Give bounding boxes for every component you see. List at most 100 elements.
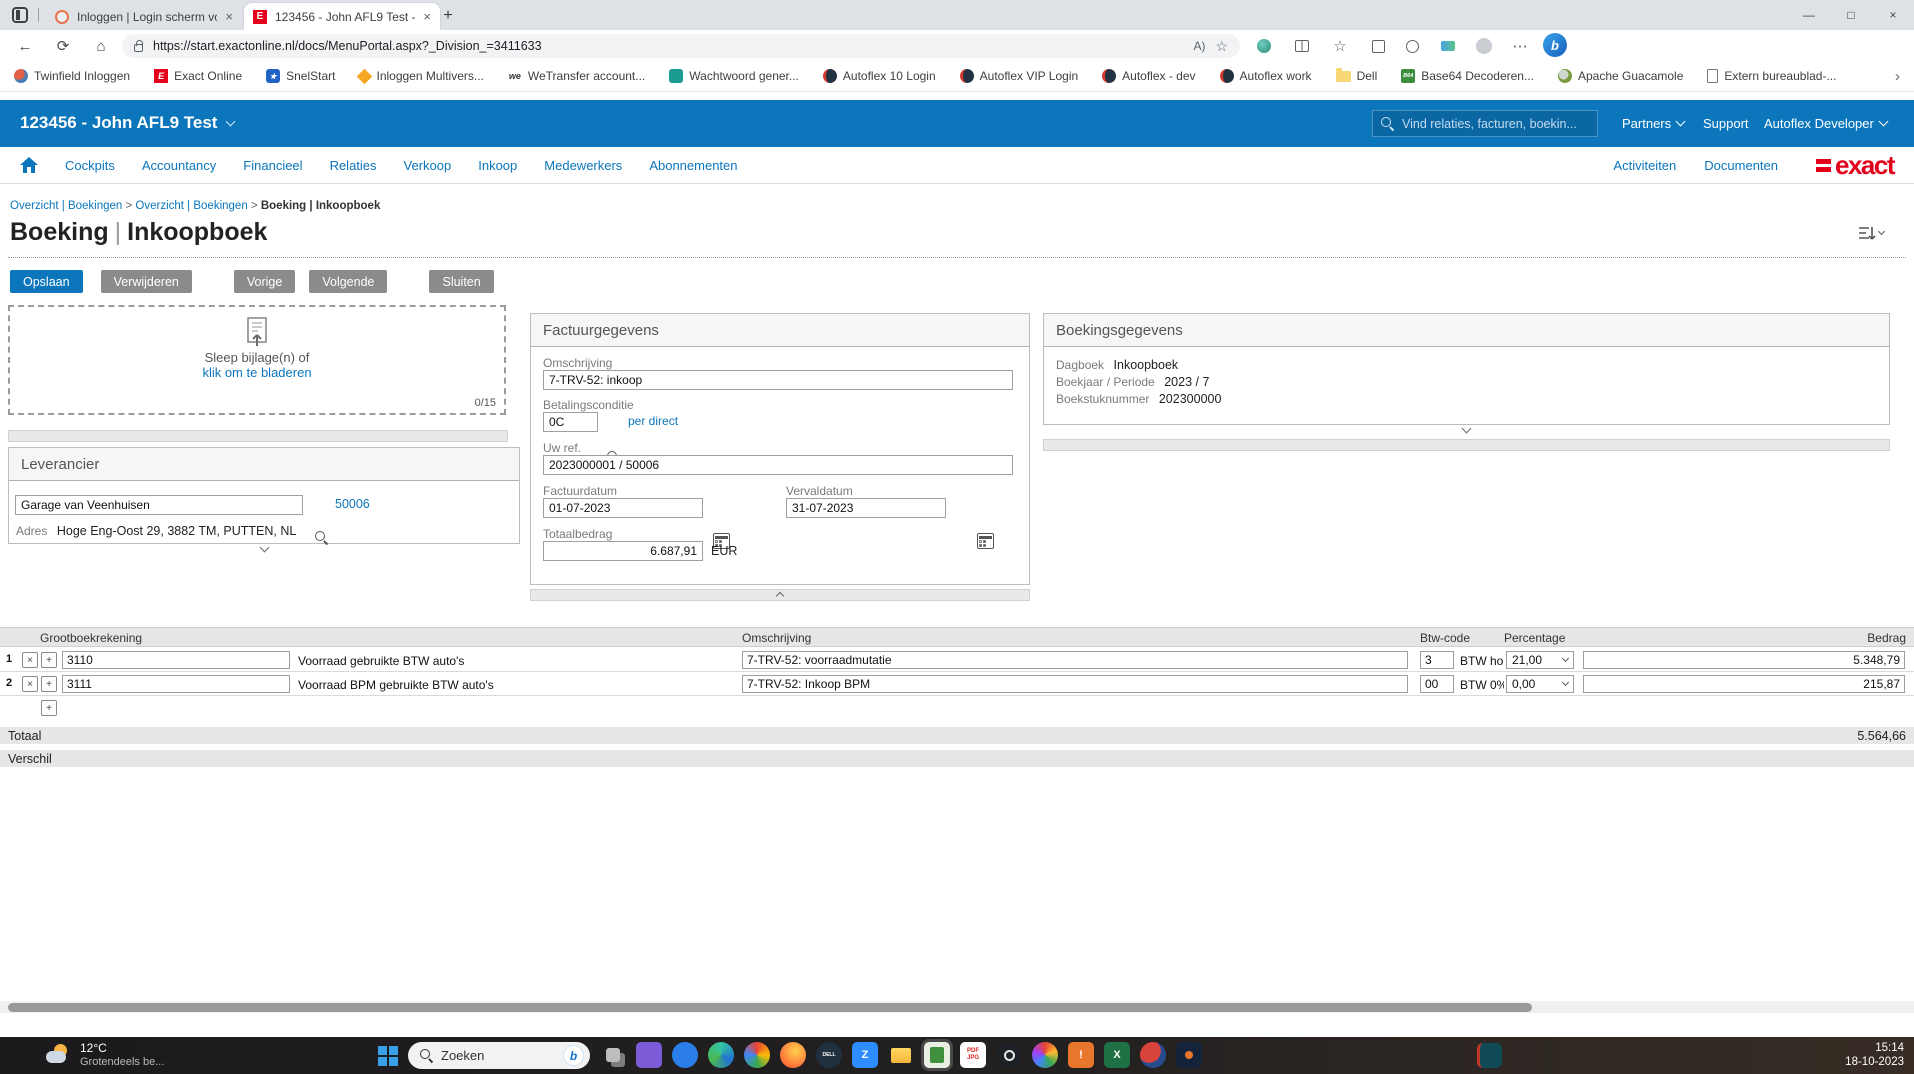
bookmark-guacamole[interactable]: Apache Guacamole — [1557, 69, 1683, 83]
profile-avatar[interactable] — [1472, 36, 1496, 56]
division-selector[interactable]: 123456 - John AFL9 Test — [20, 113, 236, 133]
extension-icon[interactable] — [1252, 36, 1276, 56]
window-close-button[interactable]: × — [1872, 0, 1914, 30]
bedrag-input[interactable] — [1583, 651, 1905, 669]
bookmark-folder-dell[interactable]: Dell — [1335, 67, 1377, 83]
btw-code-input[interactable] — [1420, 675, 1454, 693]
taskbar-app-navy-icon[interactable] — [1176, 1042, 1202, 1068]
left-scroll-strip[interactable] — [8, 430, 508, 442]
nav-verkoop[interactable]: Verkoop — [404, 158, 452, 173]
browser-tab-active[interactable]: E 123456 - John AFL9 Test - Autofle × — [244, 3, 440, 30]
address-bar[interactable]: https://start.exactonline.nl/docs/MenuPo… — [122, 34, 1240, 58]
settings-menu-icon[interactable]: ⋯ — [1508, 36, 1532, 56]
home-icon[interactable] — [20, 157, 38, 173]
tab-workspaces-icon[interactable] — [12, 7, 28, 23]
site-info-lock-icon[interactable] — [134, 39, 143, 52]
taskbar-app-dark-icon[interactable] — [996, 1042, 1022, 1068]
volgende-button[interactable]: Volgende — [309, 270, 388, 293]
refresh-icon[interactable]: ⟳ — [52, 35, 74, 57]
factuur-collapse-chevron[interactable] — [530, 590, 1030, 601]
delete-row-icon[interactable]: × — [22, 676, 38, 692]
nav-activiteiten[interactable]: Activiteiten — [1613, 158, 1676, 173]
percentage-select[interactable]: 0,00 — [1506, 675, 1574, 693]
nav-cockpits[interactable]: Cockpits — [65, 158, 115, 173]
leverancier-name-input[interactable] — [15, 495, 303, 515]
nav-documenten[interactable]: Documenten — [1704, 158, 1778, 173]
nav-abonnementen[interactable]: Abonnementen — [649, 158, 737, 173]
user-menu[interactable]: Autoflex Developer — [1764, 116, 1889, 131]
rekening-input[interactable] — [62, 675, 290, 693]
btw-code-input[interactable] — [1420, 651, 1454, 669]
regel-omschrijving-input[interactable] — [742, 675, 1408, 693]
nav-financieel[interactable]: Financieel — [243, 158, 302, 173]
bookmark-autoflex-dev[interactable]: Autoflex - dev — [1102, 69, 1196, 83]
new-tab-button[interactable]: + — [436, 5, 460, 27]
vervaldatum-input[interactable] — [786, 498, 946, 518]
window-maximize-button[interactable]: □ — [1830, 0, 1872, 30]
betalingsconditie-input[interactable] — [543, 412, 598, 432]
google-icon[interactable] — [744, 1042, 770, 1068]
back-icon[interactable]: ← — [14, 35, 36, 57]
edge-icon[interactable] — [708, 1042, 734, 1068]
read-aloud-icon[interactable]: A) — [1193, 39, 1205, 53]
breadcrumb-link[interactable]: Overzicht | Boekingen — [10, 200, 122, 212]
close-tab-icon[interactable]: × — [423, 9, 431, 24]
add-row-icon[interactable]: + — [41, 700, 57, 716]
nav-inkoop[interactable]: Inkoop — [478, 158, 517, 173]
regel-omschrijving-input[interactable] — [742, 651, 1408, 669]
start-button[interactable] — [378, 1046, 398, 1066]
vorige-button[interactable]: Vorige — [233, 270, 296, 293]
verwijderen-button[interactable]: Verwijderen — [100, 270, 192, 293]
file-explorer-icon[interactable] — [888, 1042, 914, 1068]
collections-icon[interactable] — [1366, 36, 1390, 56]
taskbar-search[interactable]: Zoeken b — [408, 1042, 590, 1069]
factuurdatum-input[interactable] — [543, 498, 703, 518]
bookmark-twinfield[interactable]: Twinfield Inloggen — [14, 69, 130, 83]
right-scroll-strip[interactable] — [1043, 439, 1890, 451]
bookmark-autoflex-vip[interactable]: Autoflex VIP Login — [959, 69, 1078, 83]
delete-row-icon[interactable]: × — [22, 652, 38, 668]
bookmark-wetransfer[interactable]: we WeTransfer account... — [508, 69, 645, 83]
horizontal-scrollbar[interactable] — [0, 1001, 1914, 1013]
bedrag-input[interactable] — [1583, 675, 1905, 693]
bookmark-wachtwoord[interactable]: Wachtwoord gener... — [669, 69, 799, 83]
opslaan-button[interactable]: Opslaan — [10, 270, 83, 293]
bookmark-extern-bureaublad[interactable]: Extern bureaublad-... — [1707, 69, 1836, 83]
sluiten-button[interactable]: Sluiten — [429, 270, 494, 293]
task-view-icon[interactable] — [600, 1042, 626, 1068]
taskbar-app-camera-icon[interactable] — [672, 1042, 698, 1068]
rekening-input[interactable] — [62, 651, 290, 669]
browser-essentials-icon[interactable] — [1436, 36, 1460, 56]
bookmark-snelstart[interactable]: ★ SnelStart — [266, 69, 335, 83]
bookmark-autoflex-10[interactable]: Autoflex 10 Login — [822, 69, 936, 83]
bookmark-autoflex-work[interactable]: Autoflex work — [1219, 69, 1312, 83]
uwref-input[interactable] — [543, 455, 1013, 475]
leverancier-code-link[interactable]: 50006 — [335, 497, 370, 511]
betalingsconditie-link[interactable]: per direct — [628, 414, 678, 428]
tray-app-icon[interactable] — [1477, 1043, 1502, 1068]
pdf-jpg-converter-icon[interactable]: PDF JPG — [960, 1042, 986, 1068]
customize-sort-icon[interactable] — [1858, 226, 1886, 240]
breadcrumb-link[interactable]: Overzicht | Boekingen — [135, 200, 247, 212]
taskbar-clock[interactable]: 15:14 18-10-2023 — [1845, 1041, 1904, 1069]
close-tab-icon[interactable]: × — [225, 9, 233, 24]
history-icon[interactable] — [1400, 36, 1424, 56]
bookmark-multivers[interactable]: Inloggen Multivers... — [357, 68, 484, 84]
partners-menu[interactable]: Partners — [1622, 116, 1686, 131]
percentage-select[interactable]: 21,00 — [1506, 651, 1574, 669]
attachment-dropzone[interactable]: Sleep bijlage(n) of klik om te bladeren … — [8, 305, 506, 415]
taskbar-app-redblue-icon[interactable] — [1140, 1042, 1166, 1068]
totaalbedrag-input[interactable] — [543, 541, 703, 561]
scrollbar-thumb[interactable] — [8, 1002, 1532, 1012]
browse-files-link[interactable]: klik om te bladeren — [202, 365, 311, 380]
taskbar-app-orange-icon[interactable]: ! — [1068, 1042, 1094, 1068]
global-search-input[interactable] — [1402, 116, 1589, 131]
firefox-icon[interactable] — [780, 1042, 806, 1068]
split-screen-icon[interactable] — [1290, 36, 1314, 56]
calendar-icon[interactable] — [977, 533, 995, 549]
browser-tab-inactive[interactable]: Inloggen | Login scherm voor Au × — [46, 3, 242, 30]
url-text[interactable]: https://start.exactonline.nl/docs/MenuPo… — [153, 39, 1183, 53]
zoom-icon[interactable]: Z — [852, 1042, 878, 1068]
leverancier-collapse-chevron[interactable] — [8, 542, 520, 553]
support-link[interactable]: Support — [1703, 116, 1749, 131]
